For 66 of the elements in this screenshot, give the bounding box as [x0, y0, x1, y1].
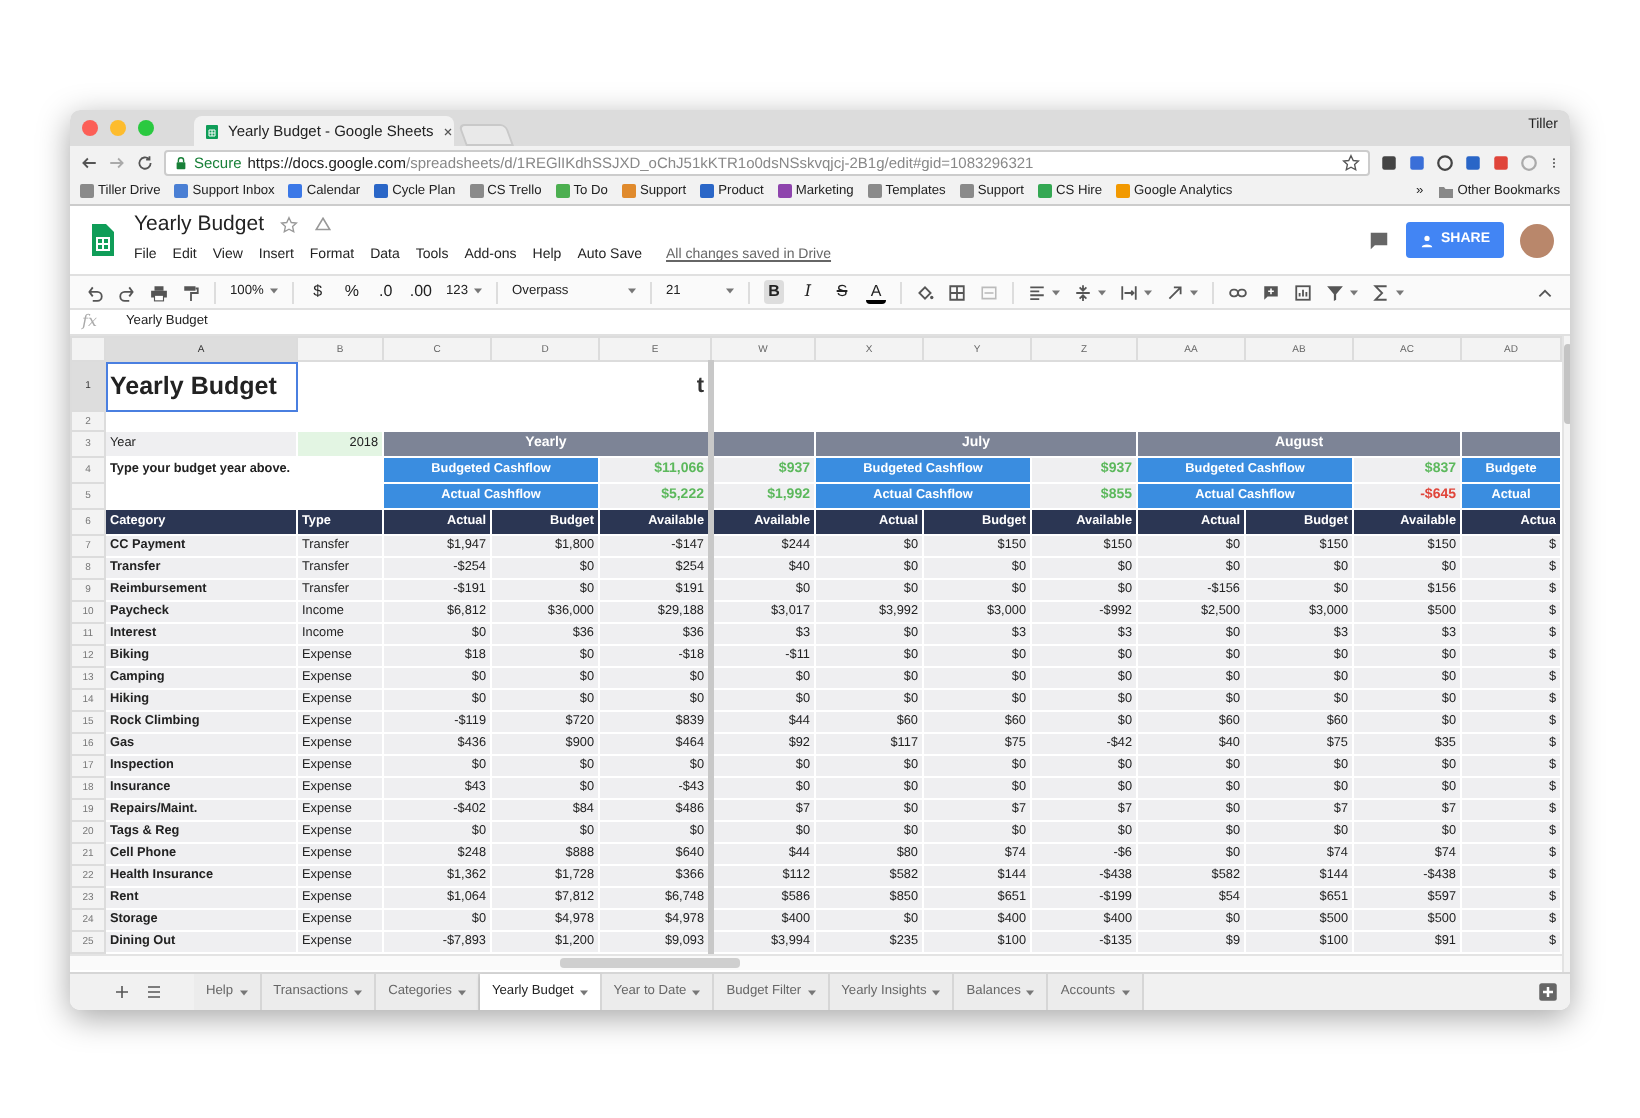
active-cell[interactable]: Yearly Budget — [105, 361, 297, 411]
text-rotation-icon[interactable] — [1166, 283, 1185, 301]
text-color-button[interactable]: A — [866, 280, 887, 304]
caret-icon — [474, 288, 483, 295]
caret-icon — [269, 288, 278, 295]
undo-icon[interactable] — [86, 283, 104, 301]
sheets-logo-icon[interactable] — [86, 218, 118, 262]
caret-icon — [457, 989, 466, 995]
close-icon[interactable] — [441, 125, 454, 137]
bold-button[interactable]: B — [764, 280, 785, 304]
chart-icon[interactable] — [1294, 283, 1313, 301]
merge-cells-icon[interactable] — [980, 283, 999, 301]
sheet-title: Yearly Budget — [110, 372, 277, 400]
logo-mark: t — [599, 361, 711, 411]
borders-icon[interactable] — [948, 283, 967, 301]
back-icon[interactable] — [80, 154, 98, 172]
person-icon — [1420, 233, 1435, 247]
link-icon[interactable] — [1228, 283, 1249, 301]
document-title[interactable]: Yearly Budget — [134, 212, 264, 239]
vertical-align-icon[interactable] — [1074, 283, 1093, 301]
strikethrough-button[interactable]: S — [832, 280, 853, 304]
caret-icon — [1026, 989, 1035, 995]
filter-icon[interactable] — [1326, 283, 1345, 301]
italic-button[interactable]: I — [798, 280, 819, 304]
star-icon[interactable] — [280, 216, 298, 235]
increase-decimals-button[interactable]: .00 — [409, 280, 432, 304]
reload-icon[interactable] — [136, 154, 154, 172]
currency-button[interactable]: $ — [307, 280, 328, 304]
caret-icon — [354, 989, 363, 995]
percent-button[interactable]: % — [341, 280, 362, 304]
comment-icon[interactable] — [1368, 229, 1391, 251]
caret-icon — [807, 989, 816, 995]
caret-icon — [1190, 289, 1199, 295]
fill-color-icon[interactable] — [916, 283, 935, 301]
lock-icon — [174, 156, 188, 170]
caret-icon — [1144, 289, 1153, 295]
paint-format-icon[interactable] — [182, 283, 200, 301]
caret-icon — [932, 989, 941, 995]
caret-icon — [1098, 289, 1107, 295]
add-sheet-icon[interactable] — [114, 984, 130, 1000]
caret-icon — [579, 989, 588, 995]
caret-icon — [1052, 289, 1061, 295]
print-icon[interactable] — [150, 283, 168, 301]
corner-cell[interactable] — [71, 337, 105, 361]
explore-icon[interactable] — [1538, 982, 1558, 1002]
caret-icon — [239, 989, 248, 995]
formula-label: fx — [82, 310, 99, 334]
caret-icon — [692, 989, 701, 995]
vertical-scrollbar[interactable] — [1562, 336, 1570, 972]
sheets-icon — [204, 123, 220, 139]
star-icon[interactable] — [1342, 154, 1360, 172]
caret-icon — [1396, 289, 1405, 295]
decrease-decimals-button[interactable]: .0 — [375, 280, 396, 304]
redo-icon[interactable] — [118, 283, 136, 301]
horizontal-scrollbar[interactable] — [70, 954, 1562, 970]
caret-icon — [726, 288, 735, 295]
header-band — [1461, 431, 1561, 457]
caret-icon — [1350, 289, 1359, 295]
caret-icon — [628, 288, 637, 295]
sheet-list-icon[interactable] — [146, 984, 162, 1000]
caret-icon — [1121, 989, 1130, 995]
insert-comment-icon[interactable] — [1262, 283, 1281, 301]
align-left-icon[interactable] — [1028, 283, 1047, 301]
avatar[interactable] — [1520, 223, 1554, 257]
sum-icon[interactable] — [1372, 283, 1391, 301]
text-wrap-icon[interactable] — [1120, 283, 1139, 301]
